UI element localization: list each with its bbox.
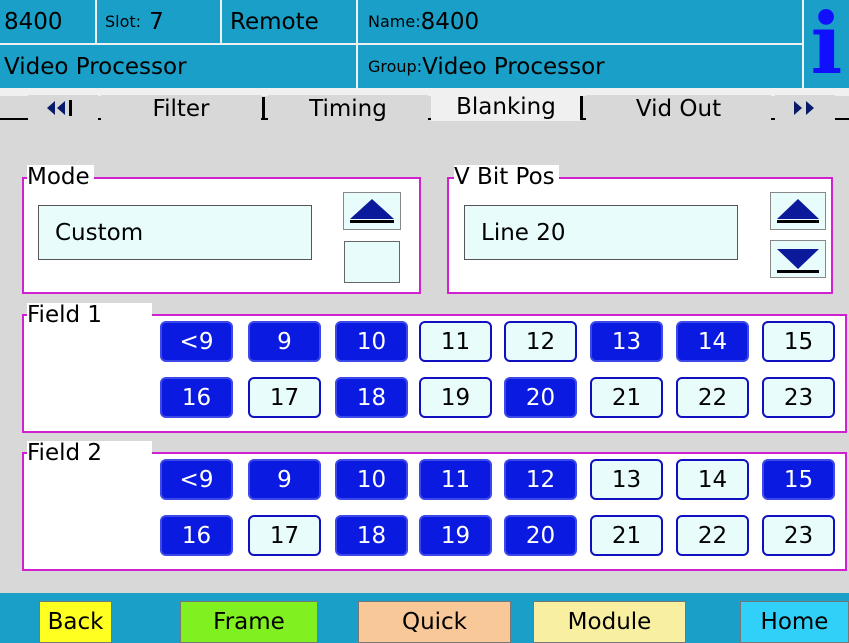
line-toggle-button[interactable]: 17 (248, 515, 321, 556)
mode-label: Mode (27, 165, 94, 189)
home-label: Home (760, 609, 829, 635)
slot-value: 7 (149, 8, 164, 35)
mode-value-field[interactable]: Custom (38, 205, 312, 260)
line-toggle-button[interactable]: 14 (676, 459, 749, 500)
tab-vid-out[interactable]: Vid Out (586, 95, 771, 123)
unit-label: 8400 (4, 8, 63, 35)
tab-blanking-label: Blanking (456, 94, 556, 120)
slot-cell: Slot: 7 (97, 0, 222, 45)
back-label: Back (47, 609, 104, 635)
group-label: Group: (368, 57, 423, 76)
line-toggle-button[interactable]: 13 (590, 459, 663, 500)
tab-separator (262, 97, 265, 119)
group-value: Video Processor (422, 53, 605, 80)
line-toggle-button[interactable]: 19 (419, 515, 492, 556)
line-toggle-button[interactable]: 16 (160, 515, 233, 556)
home-button[interactable]: Home (740, 601, 849, 643)
line-toggle-button[interactable]: 22 (676, 515, 749, 556)
module-label: Module (567, 609, 652, 635)
line-toggle-button[interactable]: 15 (762, 321, 835, 362)
line-toggle-button[interactable]: 20 (504, 515, 577, 556)
line-toggle-button[interactable]: 9 (248, 321, 321, 362)
line-toggle-button[interactable]: 21 (590, 515, 663, 556)
line-toggle-button[interactable]: 10 (335, 459, 408, 500)
mode-empty-box (344, 241, 400, 283)
double-right-arrow-icon (794, 101, 814, 115)
quick-button[interactable]: Quick (358, 601, 511, 643)
info-icon[interactable]: i (804, 0, 849, 90)
line-toggle-button[interactable]: 15 (762, 459, 835, 500)
line-toggle-button[interactable]: 11 (419, 459, 492, 500)
name-value: 8400 (420, 8, 480, 35)
tab-next-button[interactable] (775, 95, 835, 121)
up-arrow-icon (350, 199, 394, 223)
tab-filter-label: Filter (152, 96, 210, 122)
line-toggle-button[interactable]: 23 (762, 515, 835, 556)
back-button[interactable]: Back (39, 601, 112, 643)
line-toggle-button[interactable]: 22 (676, 377, 749, 418)
line-toggle-button[interactable]: 14 (676, 321, 749, 362)
tab-filter[interactable]: Filter (101, 95, 261, 123)
line-toggle-button[interactable]: 12 (504, 459, 577, 500)
quick-label: Quick (401, 609, 468, 635)
double-left-arrow-icon (47, 100, 72, 116)
field2-label: Field 2 (27, 441, 152, 483)
line-toggle-button[interactable]: 20 (504, 377, 577, 418)
up-arrow-icon (777, 199, 819, 223)
vbit-up-button[interactable] (770, 192, 826, 230)
line-toggle-button[interactable]: <9 (160, 321, 233, 362)
line-toggle-button[interactable]: 9 (248, 459, 321, 500)
vbit-label: V Bit Pos (454, 165, 559, 189)
line-toggle-button[interactable]: 18 (335, 515, 408, 556)
line-toggle-button[interactable]: 12 (504, 321, 577, 362)
line-toggle-button[interactable]: 10 (335, 321, 408, 362)
remote-label: Remote (230, 8, 319, 35)
tab-vid-out-label: Vid Out (635, 96, 722, 122)
down-arrow-icon (777, 249, 819, 273)
device-cell: Video Processor (0, 45, 358, 90)
line-toggle-button[interactable]: 13 (590, 321, 663, 362)
line-toggle-button[interactable]: <9 (160, 459, 233, 500)
field1-label: Field 1 (27, 303, 152, 345)
vbit-value-field[interactable]: Line 20 (464, 205, 738, 260)
unit-cell: 8400 (0, 0, 97, 45)
device-label: Video Processor (4, 53, 187, 80)
line-toggle-button[interactable]: 17 (248, 377, 321, 418)
tab-blanking[interactable]: Blanking (431, 93, 581, 121)
info-glyph: i (810, 0, 843, 93)
frame-button[interactable]: Frame (180, 601, 318, 643)
module-button[interactable]: Module (533, 601, 686, 643)
frame-label: Frame (213, 609, 285, 635)
slot-label: Slot: (105, 12, 142, 31)
name-label: Name: (368, 12, 421, 31)
line-toggle-button[interactable]: 23 (762, 377, 835, 418)
line-toggle-button[interactable]: 18 (335, 377, 408, 418)
group-cell: Group: Video Processor (358, 45, 804, 90)
tab-prev-button[interactable] (28, 95, 98, 121)
line-toggle-button[interactable]: 16 (160, 377, 233, 418)
line-toggle-button[interactable]: 11 (419, 321, 492, 362)
mode-up-button[interactable] (343, 192, 401, 230)
tab-timing[interactable]: Timing (268, 95, 428, 123)
remote-cell: Remote (222, 0, 358, 45)
line-toggle-button[interactable]: 19 (419, 377, 492, 418)
tab-separator (580, 96, 583, 120)
tab-timing-label: Timing (309, 96, 387, 122)
name-cell: Name: 8400 (358, 0, 804, 45)
line-toggle-button[interactable]: 21 (590, 377, 663, 418)
vbit-down-button[interactable] (770, 240, 826, 278)
